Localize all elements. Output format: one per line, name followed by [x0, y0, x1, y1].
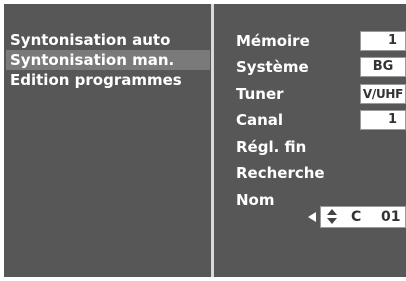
nom-letter: C — [351, 209, 362, 225]
tv-menu-screen: Syntonisation auto Syntonisation man. Ed… — [0, 0, 406, 281]
frame-bottom — [0, 277, 406, 281]
nom-number: 01 — [381, 209, 401, 225]
up-down-arrows-icon[interactable] — [327, 209, 337, 225]
memoire-label: Mémoire — [236, 32, 310, 50]
memoire-value-field[interactable]: 1 — [360, 31, 406, 51]
nom-value-field[interactable]: C 01 — [320, 206, 406, 228]
settings-panel: Mémoire 1 Système BG Tuner V/UHF Canal 1… — [214, 4, 406, 277]
systeme-label: Système — [236, 58, 309, 76]
canal-value-field[interactable]: 1 — [360, 110, 406, 130]
menu-item-syntonisation-auto[interactable]: Syntonisation auto — [6, 30, 210, 50]
systeme-value-field[interactable]: BG — [360, 57, 406, 77]
canal-label: Canal — [236, 111, 284, 129]
recherche-label[interactable]: Recherche — [236, 164, 325, 182]
frame-top — [0, 0, 406, 4]
menu-item-syntonisation-man[interactable]: Syntonisation man. — [6, 50, 210, 70]
frame-left — [0, 0, 4, 281]
tuner-label: Tuner — [236, 85, 284, 103]
tuner-value-field[interactable]: V/UHF — [360, 84, 406, 104]
left-arrow-icon — [308, 212, 316, 222]
nom-label: Nom — [236, 191, 275, 209]
regl-fin-label[interactable]: Régl. fin — [236, 138, 306, 156]
menu-panel: Syntonisation auto Syntonisation man. Ed… — [4, 4, 210, 277]
menu-item-edition-programmes[interactable]: Edition programmes — [6, 70, 210, 90]
nom-editor: C 01 — [308, 206, 406, 228]
